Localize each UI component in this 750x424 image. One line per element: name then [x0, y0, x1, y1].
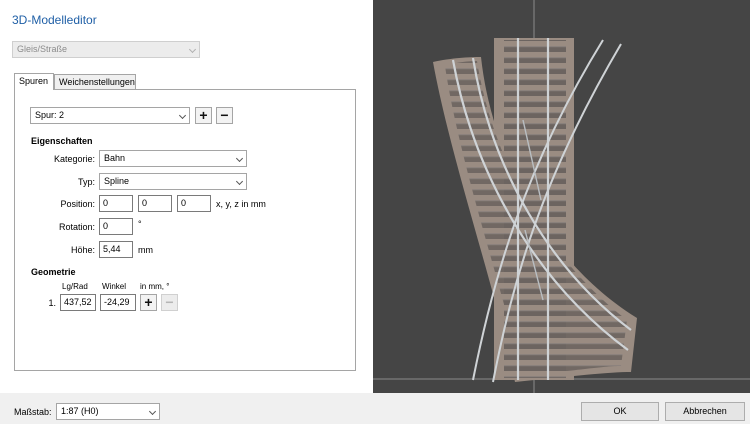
col-header-length: Lg/Rad: [62, 282, 88, 291]
hoehe-input[interactable]: 5,44: [99, 241, 133, 258]
position-unit: x, y, z in mm: [216, 199, 266, 209]
remove-segment-button: −: [161, 294, 178, 311]
col-header-unit: in mm, °: [140, 282, 170, 291]
window-title: 3D-Modelleditor: [12, 13, 97, 27]
spur-select[interactable]: Spur: 2: [30, 107, 190, 124]
add-spur-button[interactable]: +: [195, 107, 212, 124]
hoehe-label: Höhe:: [70, 245, 95, 255]
geometry-angle-input[interactable]: -24,29: [100, 294, 136, 311]
rotation-label: Rotation:: [58, 222, 95, 232]
remove-spur-button[interactable]: −: [216, 107, 233, 124]
chevron-down-icon: [235, 177, 244, 186]
chevron-down-icon: [188, 45, 197, 54]
position-y-input[interactable]: 0: [138, 195, 172, 212]
kategorie-label: Kategorie:: [53, 154, 95, 164]
geometry-length-input[interactable]: 437,52: [60, 294, 96, 311]
typ-label: Typ:: [77, 177, 95, 187]
section-eigenschaften: Eigenschaften: [31, 136, 93, 146]
spur-select-value: Spur: 2: [35, 110, 65, 120]
hoehe-unit: mm: [138, 245, 153, 255]
scale-select[interactable]: 1:87 (H0): [56, 403, 160, 420]
position-z-input[interactable]: 0: [177, 195, 211, 212]
section-geometrie: Geometrie: [31, 267, 76, 277]
geometry-row-index: 1.: [48, 298, 56, 308]
cancel-button[interactable]: Abbrechen: [665, 402, 745, 421]
add-segment-button[interactable]: +: [140, 294, 157, 311]
scale-value: 1:87 (H0): [61, 406, 99, 416]
track-render: [373, 0, 750, 393]
typ-select[interactable]: Spline: [99, 173, 247, 190]
tab-spuren[interactable]: Spuren: [14, 73, 54, 90]
tab-weichenstellungen[interactable]: Weichenstellungen: [54, 74, 136, 90]
kategorie-value: Bahn: [104, 153, 126, 163]
object-type-select: Gleis/Straße: [12, 41, 200, 58]
kategorie-select[interactable]: Bahn: [99, 150, 247, 167]
typ-value: Spline: [104, 176, 130, 186]
editor-panel: 3D-Modelleditor Gleis/Straße Spuren Weic…: [0, 0, 373, 393]
ok-button[interactable]: OK: [581, 402, 659, 421]
position-label: Position:: [60, 199, 95, 209]
col-header-angle: Winkel: [102, 282, 127, 291]
chevron-down-icon: [148, 407, 157, 416]
chevron-down-icon: [178, 111, 187, 120]
chevron-down-icon: [235, 154, 244, 163]
rotation-input[interactable]: 0: [99, 218, 133, 235]
3d-viewport[interactable]: [373, 0, 750, 393]
position-x-input[interactable]: 0: [99, 195, 133, 212]
object-type-value: Gleis/Straße: [17, 44, 68, 54]
rotation-unit: °: [138, 219, 142, 229]
footer-bar: Maßstab: 1:87 (H0) OK Abbrechen: [0, 393, 750, 424]
